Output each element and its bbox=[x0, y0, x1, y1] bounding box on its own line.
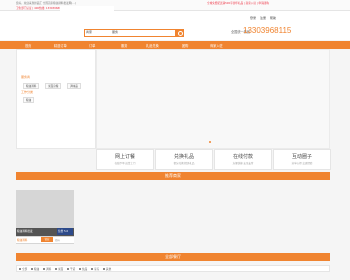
rating-value: 5.0 bbox=[64, 230, 69, 233]
search-input[interactable]: 服务 bbox=[112, 30, 118, 34]
help-link[interactable]: 帮助 bbox=[270, 16, 276, 20]
checkbox-icon bbox=[55, 268, 57, 270]
nav-item-gifts[interactable]: 礼品兑换 bbox=[146, 43, 159, 48]
nav-item-join[interactable]: 商家入驻 bbox=[210, 43, 223, 48]
slider-dot[interactable] bbox=[209, 141, 211, 143]
shop-type: 粮油调料 bbox=[17, 239, 28, 242]
main-nav: 首页 精选订单 订单 服务 礼品兑换 团购 商家入驻 bbox=[0, 41, 350, 49]
phone-number: 13303968115 bbox=[243, 26, 292, 35]
shop-status-badge: 营业 bbox=[41, 237, 53, 242]
shop-rating-badge: 信誉 5.0 bbox=[57, 228, 73, 235]
filter-option[interactable]: 干货 bbox=[67, 267, 75, 271]
welcome-notice: 您好，欢迎来到鲜品汇 全国首家粮油调料批发网(...) bbox=[16, 2, 76, 5]
category-item[interactable]: 米面杂粮 bbox=[45, 83, 62, 89]
search-button[interactable] bbox=[176, 29, 184, 37]
service-desc: 积分兑换 精美礼品 bbox=[173, 162, 195, 165]
category-section-title: 工作分类 bbox=[21, 90, 34, 94]
promo-link[interactable]: 全城免费配送满500享豪华礼品 | 商家入驻 | 申请团购 bbox=[207, 1, 337, 5]
shop-location: 郑州 bbox=[55, 239, 60, 242]
search-type-select[interactable]: 商家 bbox=[86, 30, 92, 34]
rating-label: 信誉 bbox=[58, 230, 64, 233]
checkbox-icon bbox=[19, 268, 21, 270]
filter-option[interactable]: 米面 bbox=[55, 267, 63, 271]
checkbox-icon bbox=[67, 268, 69, 270]
service-title: 兑换礼品 bbox=[173, 154, 194, 160]
checkbox-icon bbox=[43, 268, 45, 270]
category-section-title: 服务商 bbox=[21, 75, 31, 79]
banner-slider[interactable] bbox=[96, 49, 330, 149]
nav-item-group[interactable]: 团购 bbox=[182, 43, 188, 48]
category-item[interactable]: 粮油 bbox=[23, 97, 35, 103]
nav-item-orders[interactable]: 订单 bbox=[89, 43, 95, 48]
register-link[interactable]: 注册 bbox=[260, 16, 266, 20]
filter-option[interactable]: 调料 bbox=[43, 267, 51, 271]
site-logo[interactable] bbox=[60, 6, 114, 24]
filter-option[interactable]: 粮油 bbox=[31, 267, 39, 271]
filter-option[interactable]: 其他 bbox=[103, 267, 111, 271]
category-panel: 服务商 粮油调料 米面杂粮 调味品 工作分类 粮油 bbox=[16, 49, 96, 149]
filter-bar: 全部 粮油 调料 米面 干货 饮品 冷冻 其他 bbox=[16, 265, 330, 272]
service-desc: 在线下单 送货上门 bbox=[114, 162, 136, 165]
checkbox-icon bbox=[79, 268, 81, 270]
service-desc: 方便快捷 安全支付 bbox=[232, 162, 254, 165]
service-card-circle[interactable]: 互动圈子 分享心得 交流经验 bbox=[273, 149, 331, 170]
service-title: 网上订餐 bbox=[114, 154, 135, 160]
filter-option[interactable]: 全部 bbox=[19, 267, 27, 271]
service-card-gift[interactable]: 兑换礼品 积分兑换 精美礼品 bbox=[155, 149, 213, 170]
service-title: 互动圈子 bbox=[291, 154, 312, 160]
nav-item-featured[interactable]: 精选订单 bbox=[54, 43, 67, 48]
service-card-pay[interactable]: 在线付款 方便快捷 安全支付 bbox=[214, 149, 272, 170]
filter-option[interactable]: 冷冻 bbox=[91, 267, 99, 271]
shop-name[interactable]: 粮油调料批发 bbox=[17, 229, 33, 233]
login-link[interactable]: 登录 bbox=[250, 16, 256, 20]
category-item[interactable]: 粮油调料 bbox=[23, 83, 40, 89]
service-card-order[interactable]: 网上订餐 在线下单 送货上门 bbox=[96, 149, 154, 170]
top-bar: 您好，欢迎来到鲜品汇 全国首家粮油调料批发网(...) 全城免费配送满500享豪… bbox=[0, 0, 350, 11]
checkbox-icon bbox=[31, 268, 33, 270]
nav-item-service[interactable]: 服务 bbox=[121, 43, 127, 48]
search-box bbox=[84, 29, 176, 37]
checkbox-icon bbox=[103, 268, 105, 270]
service-desc: 分享心得 交流经验 bbox=[291, 162, 313, 165]
service-title: 在线付款 bbox=[232, 154, 253, 160]
filter-option[interactable]: 饮品 bbox=[79, 267, 87, 271]
checkbox-icon bbox=[91, 268, 93, 270]
category-item[interactable]: 调味品 bbox=[67, 83, 81, 89]
header-links: 登录 注册 帮助 bbox=[250, 16, 279, 20]
section-title-recommended: 推荐商家 bbox=[16, 172, 330, 180]
nav-item-home[interactable]: 首页 bbox=[25, 43, 31, 48]
section-title-all: 全部餐厅 bbox=[16, 253, 330, 261]
